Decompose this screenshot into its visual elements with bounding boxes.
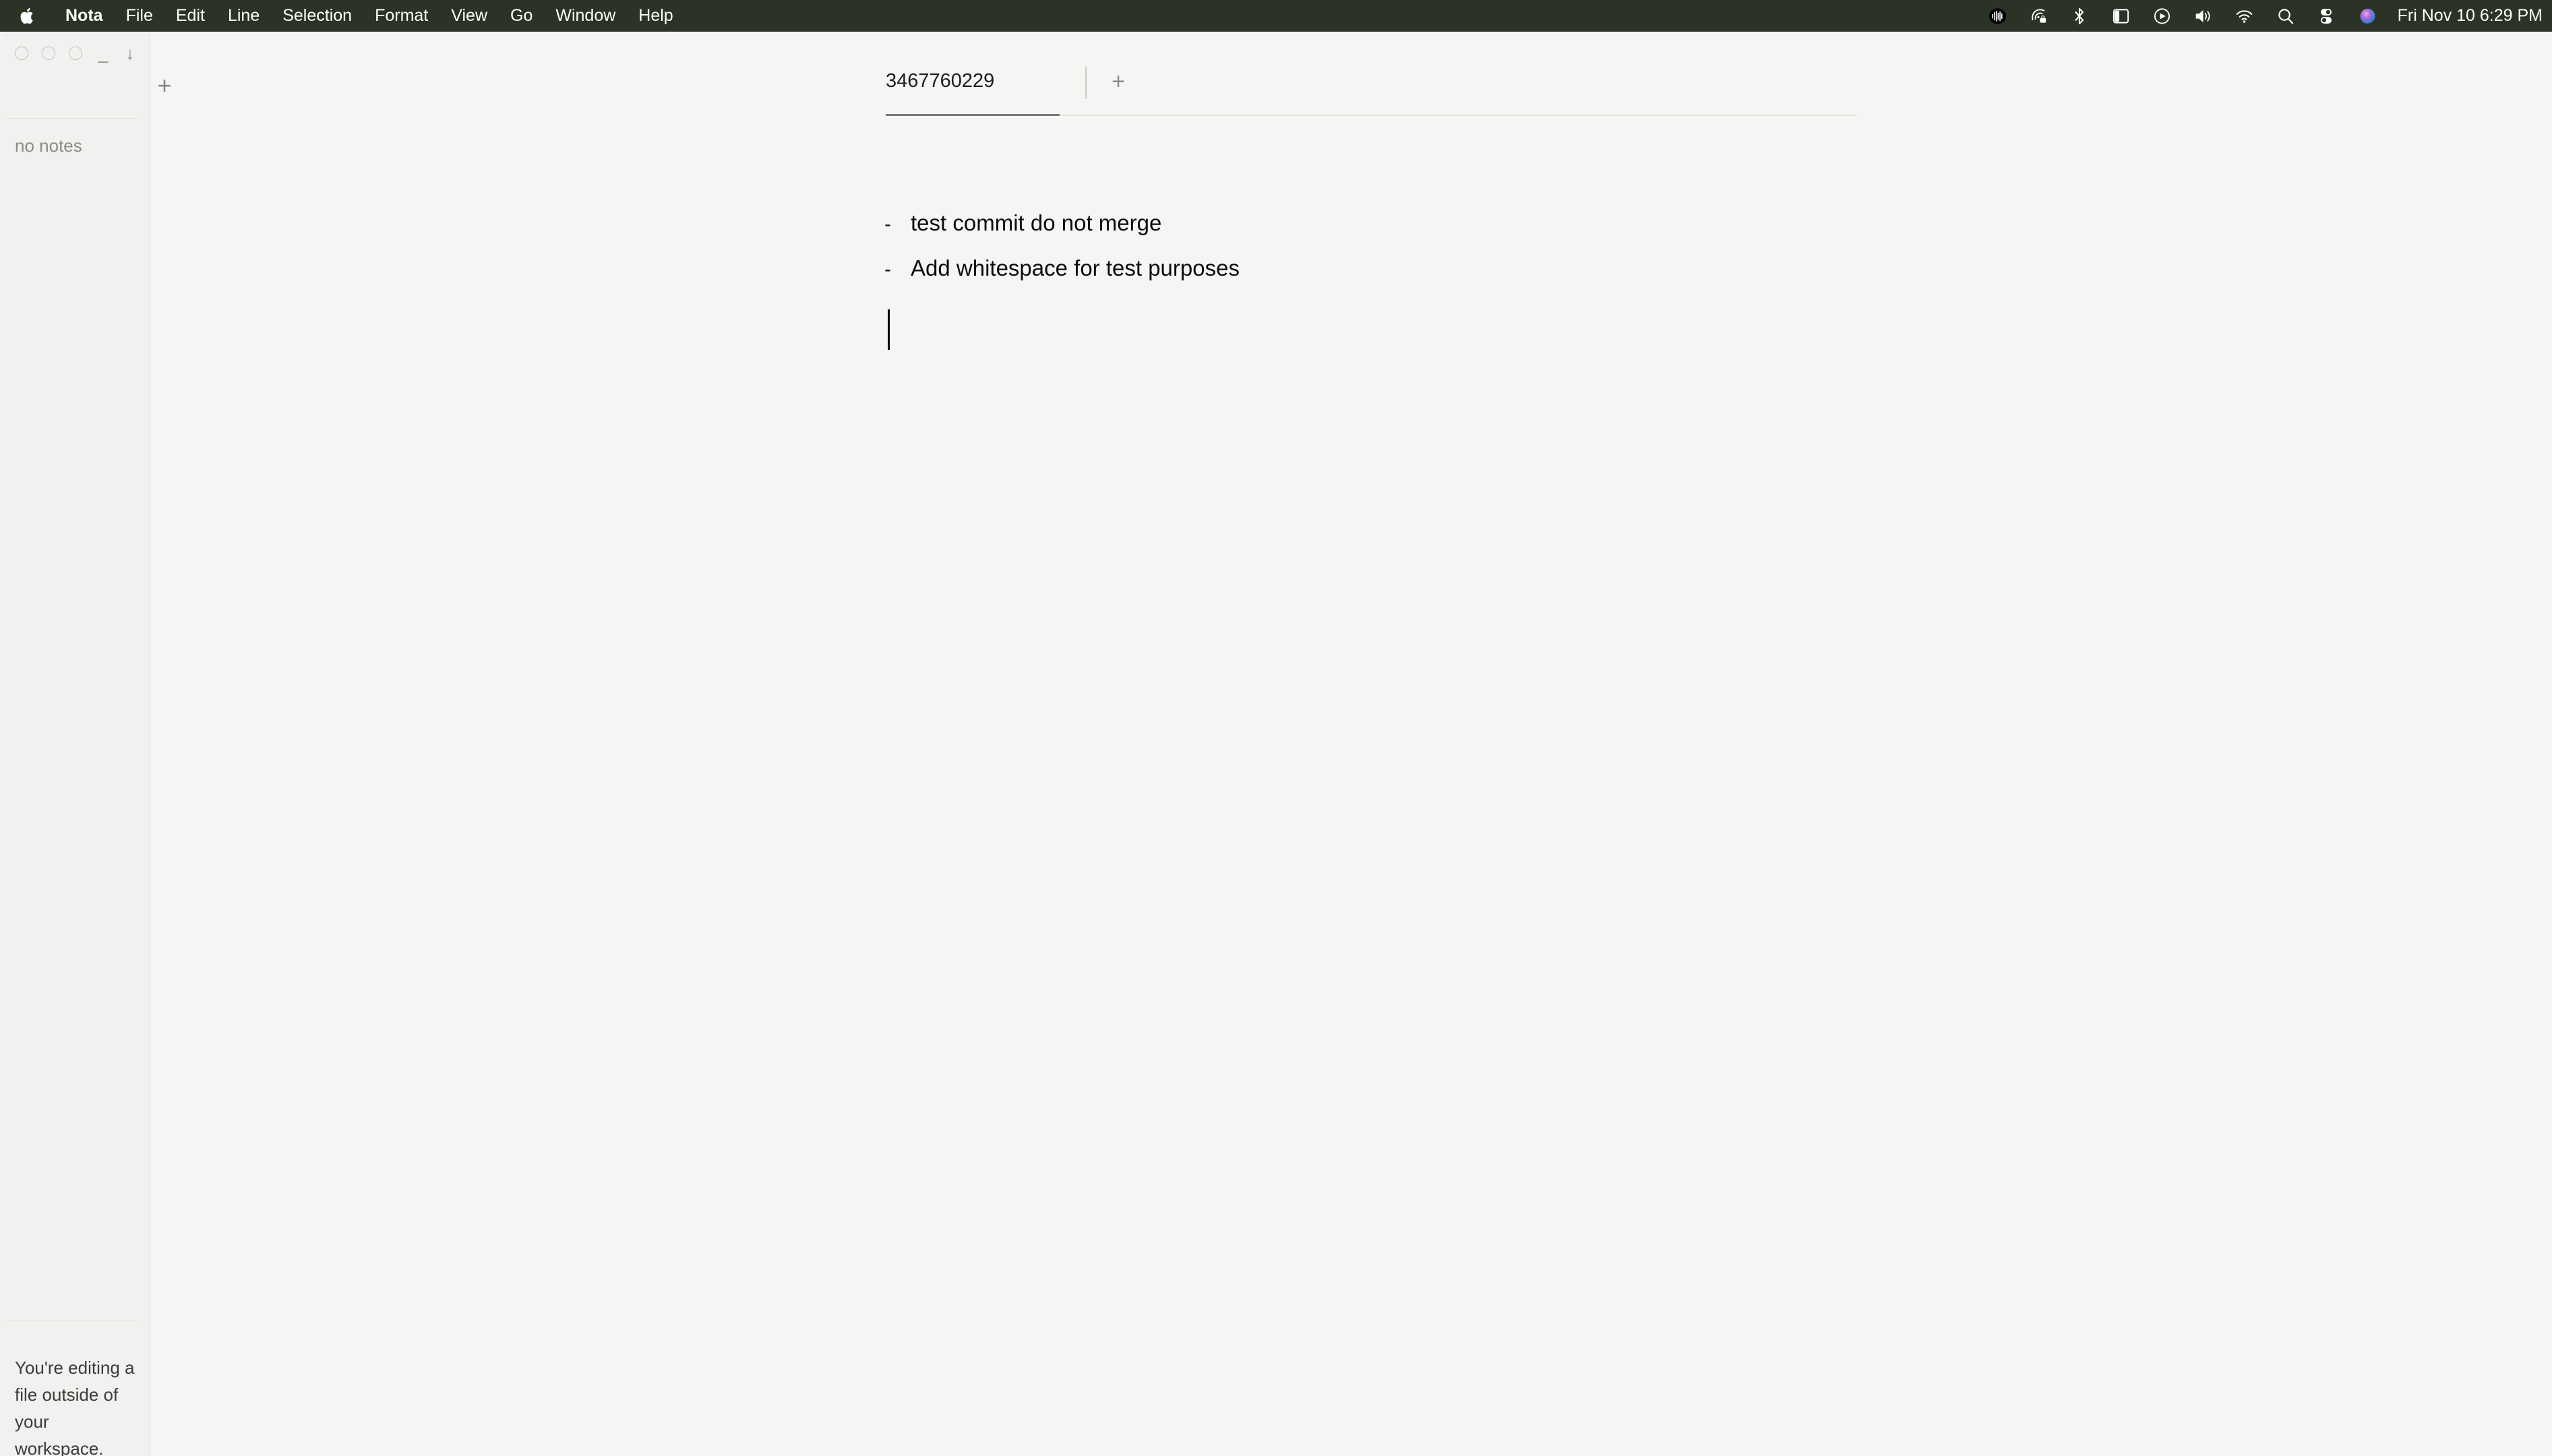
list-bullet: - bbox=[884, 213, 891, 235]
menu-item-window[interactable]: Window bbox=[544, 7, 627, 24]
menu-bar-status-group: Fri Nov 10 6:29 PM bbox=[1977, 0, 2552, 32]
sidebar-empty-state-label: no notes bbox=[15, 135, 82, 156]
sidebar-divider-top bbox=[6, 118, 138, 119]
text-cursor bbox=[888, 309, 890, 350]
apple-logo-icon[interactable] bbox=[19, 6, 36, 26]
menu-item-go[interactable]: Go bbox=[499, 7, 544, 24]
vpn-lock-icon[interactable] bbox=[2030, 6, 2048, 26]
editor-pane: 3467760229 + - test commit do not merge … bbox=[864, 32, 2552, 1456]
tab-separator bbox=[1085, 67, 1087, 99]
spotlight-search-icon[interactable] bbox=[2276, 6, 2295, 26]
zoom-button[interactable] bbox=[69, 47, 82, 60]
volume-icon[interactable] bbox=[2194, 6, 2212, 26]
tab-3467760229[interactable]: 3467760229 bbox=[886, 70, 994, 92]
control-center-icon[interactable] bbox=[2317, 6, 2336, 26]
editor-tab-strip: 3467760229 + bbox=[864, 32, 2552, 116]
document-line[interactable]: - test commit do not merge bbox=[884, 210, 2435, 255]
collapse-sidebar-icon[interactable]: _ bbox=[96, 44, 111, 62]
add-note-button[interactable]: + bbox=[152, 73, 177, 98]
document-line-text[interactable]: test commit do not merge bbox=[911, 210, 1161, 236]
wifi-icon[interactable] bbox=[2235, 6, 2253, 26]
list-bullet: - bbox=[884, 258, 891, 280]
macos-menu-bar: Nota File Edit Line Selection Format Vie… bbox=[0, 0, 2552, 32]
download-arrow-icon[interactable]: ↓ bbox=[123, 44, 138, 62]
audio-waveform-icon[interactable] bbox=[1988, 6, 2007, 26]
tab-strip-divider bbox=[1060, 115, 1857, 116]
stage-manager-icon[interactable] bbox=[2112, 6, 2130, 26]
active-tab-indicator bbox=[886, 114, 1060, 116]
menu-item-edit[interactable]: Edit bbox=[164, 7, 216, 24]
document-line-text[interactable]: Add whitespace for test purposes bbox=[911, 255, 1240, 281]
note-list-pane bbox=[151, 32, 864, 1456]
workspace-warning-message: You're editing a file outside of your wo… bbox=[15, 1358, 135, 1456]
document-line[interactable]: - Add whitespace for test purposes bbox=[884, 255, 2435, 301]
document-line-empty[interactable] bbox=[884, 301, 2435, 346]
menu-bar-clock[interactable]: Fri Nov 10 6:29 PM bbox=[2398, 6, 2543, 26]
close-button[interactable] bbox=[15, 47, 28, 60]
menu-item-selection[interactable]: Selection bbox=[271, 7, 363, 24]
menu-bar-left-group: Nota File Edit Line Selection Format Vie… bbox=[0, 0, 685, 32]
menu-item-nota[interactable]: Nota bbox=[54, 7, 115, 24]
window-traffic-lights: _ ↓ bbox=[15, 44, 150, 62]
menu-item-line[interactable]: Line bbox=[216, 7, 271, 24]
menu-item-format[interactable]: Format bbox=[363, 7, 439, 24]
nota-app-window: _ ↓ no notes You're editing a file outsi… bbox=[0, 32, 2552, 1456]
sidebar: _ ↓ no notes You're editing a file outsi… bbox=[0, 32, 150, 1456]
minimize-button[interactable] bbox=[42, 47, 55, 60]
menu-item-file[interactable]: File bbox=[115, 7, 164, 24]
screen-record-icon[interactable] bbox=[2153, 6, 2171, 26]
add-tab-button[interactable]: + bbox=[1107, 68, 1130, 95]
menu-item-help[interactable]: Help bbox=[627, 7, 684, 24]
siri-icon[interactable] bbox=[2359, 6, 2377, 26]
menu-item-view[interactable]: View bbox=[439, 7, 499, 24]
document-body[interactable]: - test commit do not merge - Add whitesp… bbox=[884, 210, 2435, 350]
bluetooth-icon[interactable] bbox=[2071, 6, 2089, 26]
